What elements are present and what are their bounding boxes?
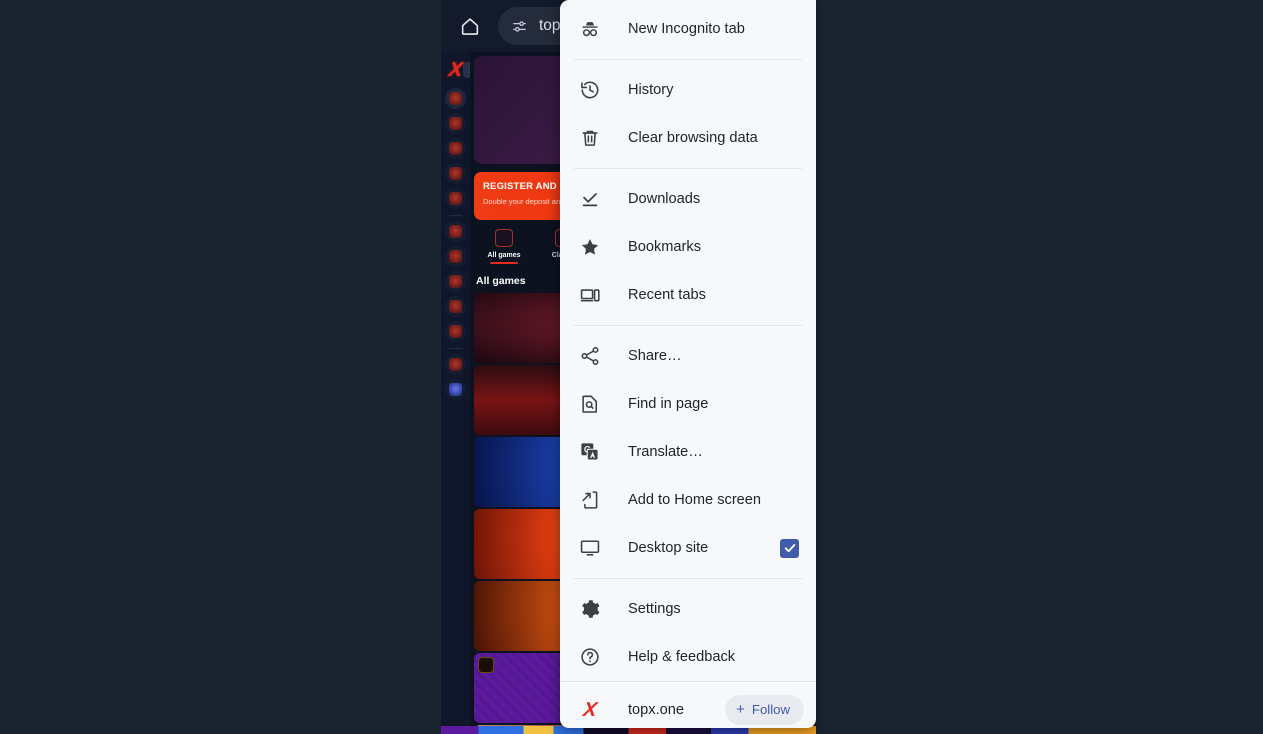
menu-item-label: Translate… — [628, 444, 703, 460]
menu-divider-2 — [574, 168, 802, 169]
menu-site-name: topx.one — [628, 701, 684, 718]
follow-button-label: Follow — [751, 702, 790, 717]
screenshot-root: topx.o X » — [0, 0, 1263, 734]
menu-item-label: Recent tabs — [628, 287, 706, 303]
sidebar-icon-9 — [449, 300, 462, 313]
menu-item-label: New Incognito tab — [628, 21, 745, 37]
sidebar-item-1[interactable] — [445, 88, 466, 109]
sidebar-item-9[interactable] — [445, 296, 466, 317]
menu-item-history[interactable]: History — [560, 66, 816, 114]
menu-item-settings[interactable]: Settings — [560, 585, 816, 633]
menu-item-label: History — [628, 82, 674, 98]
menu-item-bookmarks[interactable]: Bookmarks — [560, 223, 816, 271]
all-games-icon — [495, 229, 513, 247]
menu-divider-3 — [574, 325, 802, 326]
star-icon — [578, 235, 602, 259]
sidebar-item-3[interactable] — [445, 138, 466, 159]
help-icon — [578, 645, 602, 669]
menu-items: New Incognito tab History Clear browsing… — [560, 0, 816, 681]
sidebar-icon-11 — [449, 358, 462, 371]
desktop-icon — [578, 536, 602, 560]
menu-item-downloads[interactable]: Downloads — [560, 175, 816, 223]
menu-item-find-in-page[interactable]: Find in page — [560, 380, 816, 428]
menu-divider-1 — [574, 59, 802, 60]
sidebar-item-7[interactable] — [445, 246, 466, 267]
menu-item-label: Settings — [628, 601, 681, 617]
sidebar-icon-3 — [449, 142, 462, 155]
category-tab-label: All games — [487, 252, 521, 259]
menu-item-label: Desktop site — [628, 540, 709, 556]
find-in-page-icon — [578, 392, 602, 416]
menu-item-share[interactable]: Share… — [560, 332, 816, 380]
menu-item-label: Clear browsing data — [628, 130, 758, 146]
share-icon — [578, 344, 602, 368]
menu-item-clear-browsing-data[interactable]: Clear browsing data — [560, 114, 816, 162]
sidebar-item-4[interactable] — [445, 163, 466, 184]
site-logo-text: X — [447, 59, 464, 81]
site-logo[interactable]: X » — [441, 58, 480, 82]
recent-tabs-icon — [578, 283, 602, 307]
home-icon[interactable] — [453, 9, 487, 43]
browser-menu: New Incognito tab History Clear browsing… — [560, 0, 816, 728]
menu-footer: X topx.one + Follow — [560, 681, 816, 728]
menu-item-label: Bookmarks — [628, 239, 701, 255]
sidebar-item-6[interactable] — [445, 221, 466, 242]
menu-item-desktop-site[interactable]: Desktop site — [560, 524, 816, 572]
sidebar-icon-8 — [449, 275, 462, 288]
sidebar-icon-5 — [449, 192, 462, 205]
sidebar-item-8[interactable] — [445, 271, 466, 292]
sidebar-item-10[interactable] — [445, 321, 466, 342]
sidebar-icon-10 — [449, 325, 462, 338]
follow-button[interactable]: + Follow — [725, 694, 804, 725]
menu-divider-4 — [574, 578, 802, 579]
menu-item-translate[interactable]: G Translate… — [560, 428, 816, 476]
sidebar-item-12[interactable] — [445, 379, 466, 400]
plus-icon: + — [736, 701, 745, 718]
topx-favicon: X — [581, 698, 599, 720]
sidebar-icon-7 — [449, 250, 462, 263]
translate-icon: G — [578, 440, 602, 464]
sidebar-icon-6 — [449, 225, 462, 238]
sidebar-item-11[interactable] — [445, 354, 466, 375]
category-tab-all-games[interactable]: All games — [474, 229, 534, 264]
provider-badge-icon — [478, 657, 494, 673]
sidebar-icon-4 — [449, 167, 462, 180]
download-icon — [578, 187, 602, 211]
menu-item-new-incognito-tab[interactable]: New Incognito tab — [560, 5, 816, 53]
sidebar-divider — [449, 215, 462, 216]
tune-icon[interactable] — [511, 18, 528, 35]
desktop-site-checkbox[interactable] — [780, 538, 799, 558]
menu-item-label: Find in page — [628, 396, 709, 412]
menu-item-label: Downloads — [628, 191, 701, 207]
menu-item-add-to-home-screen[interactable]: Add to Home screen — [560, 476, 816, 524]
menu-item-label: Share… — [628, 348, 682, 364]
sidebar-icon-12 — [449, 383, 462, 396]
add-to-home-screen-icon — [578, 488, 602, 512]
site-sidebar: X » — [441, 52, 480, 734]
sidebar-item-2[interactable] — [445, 113, 466, 134]
menu-item-label: Help & feedback — [628, 649, 736, 665]
sidebar-icon-2 — [449, 117, 462, 130]
sidebar-item-5[interactable] — [445, 188, 466, 209]
gear-icon — [578, 597, 602, 621]
trash-icon — [578, 126, 602, 150]
history-icon — [578, 78, 602, 102]
menu-item-label: Add to Home screen — [628, 492, 762, 508]
menu-item-help-and-feedback[interactable]: Help & feedback — [560, 633, 816, 681]
incognito-icon — [578, 17, 602, 41]
menu-item-recent-tabs[interactable]: Recent tabs — [560, 271, 816, 319]
sidebar-divider-2 — [449, 348, 462, 349]
sidebar-icon-1 — [449, 92, 462, 105]
